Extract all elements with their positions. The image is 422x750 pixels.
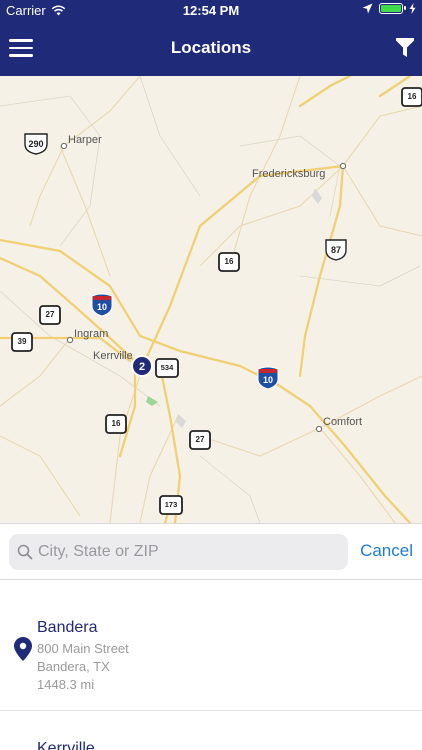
list-item[interactable]: Kerrville [0, 711, 422, 750]
route-shield: 534 [155, 358, 179, 378]
route-number: 27 [46, 310, 55, 319]
route-number: 16 [225, 257, 234, 266]
location-name: Bandera [37, 619, 98, 636]
route-shield: 290 [24, 133, 48, 155]
route-shield: 16 [218, 252, 240, 272]
route-number: 534 [161, 363, 174, 372]
location-distance: 1448.3 mi [37, 677, 95, 692]
map-view[interactable]: Harper Fredericksburg Ingram Kerrville C… [0, 76, 422, 523]
route-number: 10 [97, 302, 107, 312]
search-input[interactable] [38, 534, 338, 570]
search-icon [17, 544, 33, 560]
route-number: 10 [263, 375, 273, 385]
route-shield: 39 [11, 332, 33, 352]
route-shield: 27 [189, 430, 211, 450]
map-label-ingram: Ingram [74, 328, 108, 340]
cancel-button[interactable]: Cancel [360, 541, 413, 561]
route-number: 87 [331, 245, 341, 255]
route-shield: 173 [159, 495, 183, 515]
map-label-harper: Harper [68, 134, 102, 146]
route-number: 39 [18, 337, 27, 346]
interstate-shield: 10 [91, 293, 113, 317]
filter-button[interactable] [394, 36, 416, 60]
route-number: 16 [112, 419, 121, 428]
status-bar: Carrier 12:54 PM [0, 0, 422, 22]
cluster-count: 2 [139, 361, 145, 373]
page-title: Locations [170, 38, 252, 57]
battery-icon [379, 3, 406, 14]
route-number: 16 [408, 92, 417, 101]
map-label-kerrville: Kerrville [93, 350, 133, 362]
map-label-fredericksburg: Fredericksburg [252, 168, 325, 180]
map-canvas[interactable]: Harper Fredericksburg Ingram Kerrville C… [0, 76, 422, 523]
location-address: 800 Main Street [37, 641, 129, 656]
route-shield: 16 [105, 414, 127, 434]
status-time: 12:54 PM [182, 3, 240, 18]
locations-list[interactable]: Bandera 800 Main Street Bandera, TX 1448… [0, 580, 422, 750]
route-number: 173 [165, 500, 178, 509]
route-shield: 27 [39, 305, 61, 325]
interstate-shield: 10 [257, 366, 279, 390]
route-number: 290 [28, 139, 43, 149]
map-label-comfort: Comfort [323, 416, 362, 428]
search-bar: Cancel [0, 523, 422, 580]
location-cluster-marker[interactable]: 2 [131, 355, 153, 377]
status-right [362, 3, 416, 14]
route-shield: 87 [325, 239, 347, 261]
search-field-container[interactable] [9, 534, 348, 570]
route-shield: 16 [401, 87, 422, 107]
map-pin-icon [14, 637, 32, 661]
list-item[interactable]: Bandera 800 Main Street Bandera, TX 1448… [0, 580, 422, 711]
location-arrow-icon [362, 3, 373, 14]
location-city-state: Bandera, TX [37, 659, 110, 674]
navigation-bar: Locations [0, 22, 422, 76]
route-number: 27 [196, 435, 205, 444]
location-name: Kerrville [37, 740, 95, 750]
filter-funnel-icon [396, 38, 414, 57]
charging-bolt-icon [409, 3, 416, 14]
